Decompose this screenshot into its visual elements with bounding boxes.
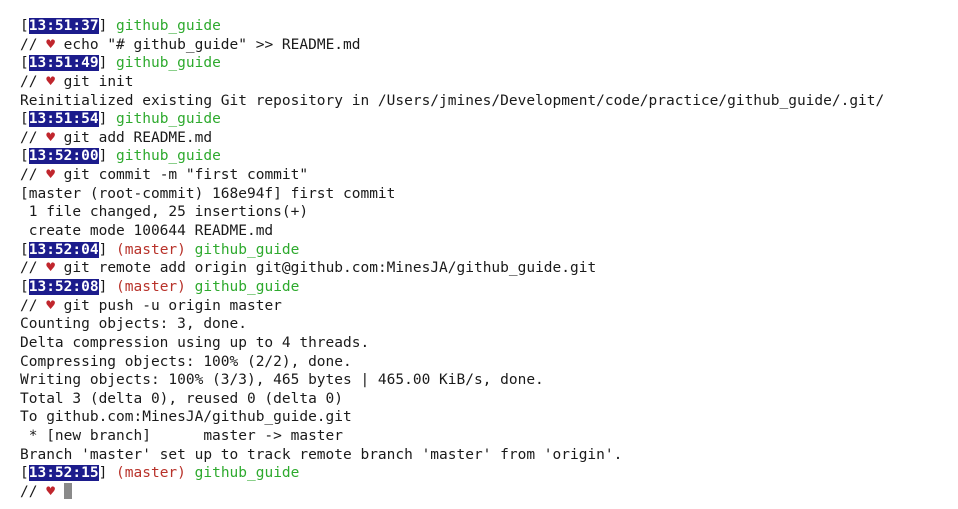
command-line: // ♥ git init — [20, 73, 958, 92]
output-text: [master (root-commit) 168e94f] first com… — [20, 185, 396, 202]
output-text: 1 file changed, 25 insertions(+) — [20, 204, 309, 221]
prompt-slashes: // — [20, 73, 38, 90]
prompt-slashes: // — [20, 36, 38, 53]
heart-icon: ♥ — [46, 73, 55, 90]
directory-name: github_guide — [194, 241, 300, 258]
command-line: // ♥ — [20, 483, 958, 502]
directory-name: github_guide — [194, 278, 300, 295]
directory-name: github_guide — [116, 111, 221, 128]
command-line: // ♥ git push -u origin master — [20, 297, 958, 316]
prompt-info-line: [13:52:04] (master) github_guide — [20, 241, 300, 258]
output-line: * [new branch] master -> master — [20, 427, 958, 446]
prompt-info-line: [13:52:00] github_guide — [20, 148, 221, 165]
prompt-slashes: // — [20, 297, 38, 314]
command-text: git remote add origin git@github.com:Min… — [63, 260, 597, 277]
timestamp: 13:52:15 — [28, 465, 99, 482]
heart-icon: ♥ — [46, 297, 55, 314]
timestamp: 13:52:00 — [28, 148, 99, 165]
output-line: Compressing objects: 100% (2/2), done. — [20, 353, 958, 372]
prompt-slashes: // — [20, 167, 38, 184]
output-line: 1 file changed, 25 insertions(+) — [20, 203, 958, 222]
output-line: Counting objects: 3, done. — [20, 315, 958, 334]
command-text: git init — [63, 73, 134, 90]
output-text: Reinitialized existing Git repository in… — [20, 92, 885, 109]
output-text: Writing objects: 100% (3/3), 465 bytes |… — [20, 372, 544, 389]
command-text: echo "# github_guide" >> README.md — [63, 36, 361, 53]
output-text: Compressing objects: 100% (2/2), done. — [20, 353, 352, 370]
prompt-slashes: // — [20, 484, 38, 501]
command-text: git commit -m "first commit" — [63, 167, 309, 184]
output-line: create mode 100644 README.md — [20, 222, 958, 241]
heart-icon: ♥ — [46, 484, 55, 501]
heart-icon: ♥ — [46, 129, 55, 146]
terminal-window[interactable]: [13:51:37] github_guide // ♥ echo "# gith… — [0, 0, 958, 509]
heart-icon: ♥ — [46, 260, 55, 277]
output-text: Delta compression using up to 4 threads. — [20, 334, 370, 351]
output-line: [master (root-commit) 168e94f] first com… — [20, 185, 958, 204]
prompt-info-line: [13:51:54] github_guide — [20, 111, 221, 128]
output-line: Delta compression using up to 4 threads. — [20, 334, 958, 353]
output-line: Total 3 (delta 0), reused 0 (delta 0) — [20, 390, 958, 409]
heart-icon: ♥ — [46, 167, 55, 184]
timestamp: 13:52:08 — [28, 278, 99, 295]
prompt-slashes: // — [20, 260, 38, 277]
prompt-info-line: [13:51:37] github_guide — [20, 18, 221, 34]
text-cursor[interactable] — [63, 483, 72, 500]
directory-name: github_guide — [116, 55, 221, 72]
command-line: // ♥ git commit -m "first commit" — [20, 166, 958, 185]
prompt-info-line: [13:51:49] github_guide — [20, 55, 221, 72]
timestamp: 13:51:37 — [28, 18, 99, 34]
command-text: git push -u origin master — [63, 297, 282, 314]
directory-name: github_guide — [116, 148, 221, 165]
output-line: To github.com:MinesJA/github_guide.git — [20, 408, 958, 427]
output-text: create mode 100644 README.md — [20, 223, 274, 240]
git-branch-label: (master) — [116, 278, 186, 295]
directory-name: github_guide — [116, 18, 221, 34]
command-text: git add README.md — [63, 129, 213, 146]
output-text: Total 3 (delta 0), reused 0 (delta 0) — [20, 390, 344, 407]
output-text: Counting objects: 3, done. — [20, 316, 247, 333]
directory-name: github_guide — [194, 465, 300, 482]
timestamp: 13:51:54 — [28, 111, 99, 128]
output-line: Reinitialized existing Git repository in… — [20, 92, 958, 111]
command-line: // ♥ echo "# github_guide" >> README.md — [20, 36, 958, 55]
command-line: // ♥ git remote add origin git@github.co… — [20, 259, 958, 278]
output-line: Branch 'master' set up to track remote b… — [20, 446, 958, 465]
git-branch-label: (master) — [116, 241, 186, 258]
prompt-slashes: // — [20, 129, 38, 146]
prompt-info-line: [13:52:08] (master) github_guide — [20, 278, 300, 295]
timestamp: 13:51:49 — [28, 55, 99, 72]
command-line: // ♥ git add README.md — [20, 129, 958, 148]
prompt-info-line: [13:52:15] (master) github_guide — [20, 465, 300, 482]
timestamp: 13:52:04 — [28, 241, 99, 258]
output-text: * [new branch] master -> master — [20, 428, 344, 445]
output-line: Writing objects: 100% (3/3), 465 bytes |… — [20, 371, 958, 390]
output-text: Branch 'master' set up to track remote b… — [20, 446, 623, 463]
heart-icon: ♥ — [46, 36, 55, 53]
git-branch-label: (master) — [116, 465, 186, 482]
output-text: To github.com:MinesJA/github_guide.git — [20, 409, 352, 426]
